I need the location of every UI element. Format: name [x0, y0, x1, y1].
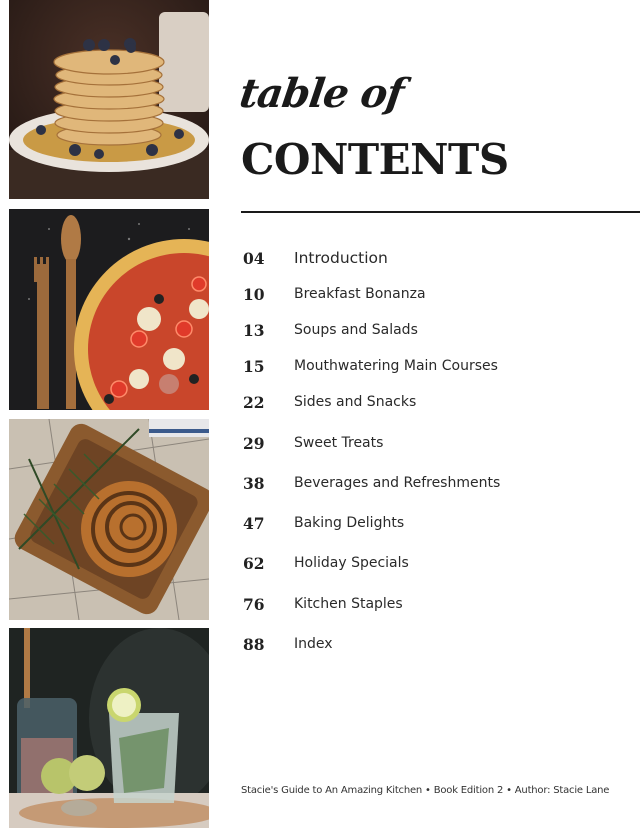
toc-title: Beverages and Refreshments: [294, 475, 501, 491]
toc-page-number: 13: [243, 320, 265, 340]
toc-title: Introduction: [294, 249, 388, 267]
title-script: table of: [236, 70, 407, 117]
toc-entry-breakfast-bonanza[interactable]: 10 Breakfast Bonanza: [243, 282, 426, 306]
toc-entry-soups-and-salads[interactable]: 13 Soups and Salads: [243, 318, 418, 342]
toc-entry-baking-delights[interactable]: 47 Baking Delights: [243, 511, 404, 535]
toc-page-number: 15: [243, 356, 265, 376]
toc-entry-sweet-treats[interactable]: 29 Sweet Treats: [243, 431, 383, 455]
page-title: CONTENTS: [241, 135, 509, 184]
toc-entry-introduction[interactable]: 04 Introduction: [243, 246, 388, 270]
toc-page-number: 47: [243, 513, 265, 533]
toc-page-number: 88: [243, 634, 265, 654]
toc-entry-index[interactable]: 88 Index: [243, 632, 333, 656]
toc-title: Sweet Treats: [294, 435, 384, 451]
toc-page-number: 10: [243, 284, 265, 304]
toc-page-number: 76: [243, 594, 265, 614]
drink-photo: [9, 628, 209, 828]
toc-title: Index: [294, 636, 333, 652]
toc-title: Breakfast Bonanza: [294, 286, 426, 302]
toc-title: Holiday Specials: [294, 555, 409, 571]
toc-page-number: 29: [243, 433, 265, 453]
pizza-photo: [9, 209, 209, 410]
toc-page-number: 04: [243, 248, 265, 268]
pastry-photo: [9, 419, 209, 620]
toc-entry-sides-and-snacks[interactable]: 22 Sides and Snacks: [243, 390, 416, 414]
book-credits: Stacie's Guide to An Amazing Kitchen • B…: [241, 785, 610, 796]
toc-entry-beverages[interactable]: 38 Beverages and Refreshments: [243, 471, 500, 495]
toc-title: Sides and Snacks: [294, 394, 417, 410]
toc-page-number: 62: [243, 553, 265, 573]
pancake-photo: [9, 0, 209, 199]
toc-entry-kitchen-staples[interactable]: 76 Kitchen Staples: [243, 592, 403, 616]
title-divider: [241, 211, 640, 213]
toc-entry-holiday-specials[interactable]: 62 Holiday Specials: [243, 551, 409, 575]
toc-page-number: 38: [243, 473, 265, 493]
toc-title: Soups and Salads: [294, 322, 418, 338]
toc-entry-main-courses[interactable]: 15 Mouthwatering Main Courses: [243, 354, 498, 378]
toc-title: Baking Delights: [294, 515, 405, 531]
toc-page-number: 22: [243, 392, 265, 412]
toc-title: Kitchen Staples: [294, 596, 403, 612]
toc-title: Mouthwatering Main Courses: [294, 358, 498, 374]
